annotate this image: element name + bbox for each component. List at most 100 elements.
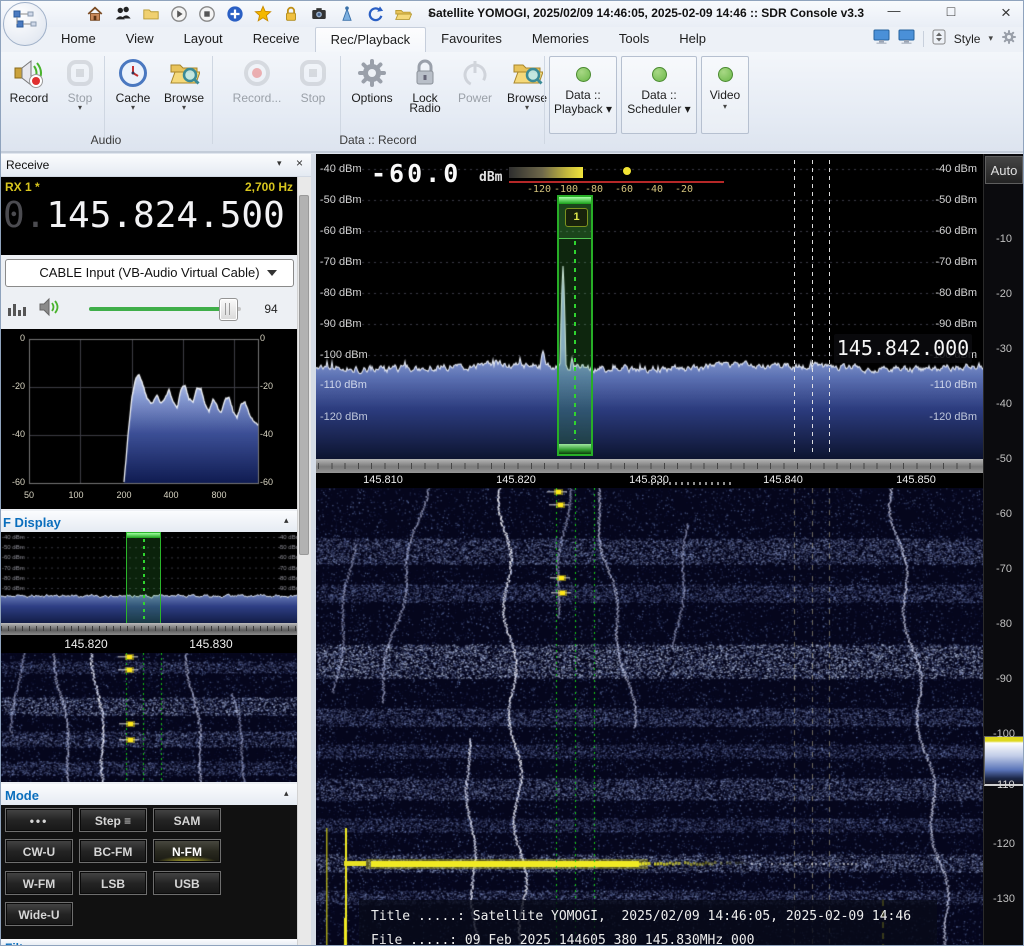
audio-cache-button[interactable]: Cache ▾	[108, 55, 158, 133]
window-title: Satellite YOMOGI, 2025/02/09 14:46:05, 2…	[411, 6, 881, 20]
close-button[interactable]: ×	[991, 3, 1021, 25]
if-waterfall-display[interactable]	[1, 653, 297, 782]
splitter-handle[interactable]	[651, 482, 731, 485]
mode-button[interactable]: LSB	[79, 871, 147, 895]
ribbon: Record Stop ▾ Cache ▾ Browse ▾ Audio	[1, 52, 1024, 153]
spinner-icon[interactable]	[932, 29, 946, 48]
main-waterfall-display[interactable]	[316, 488, 983, 946]
play-icon[interactable]	[169, 5, 188, 24]
users-icon[interactable]	[113, 5, 132, 24]
scale-label: -10	[983, 233, 1024, 245]
axis-label: -60	[260, 477, 273, 487]
mode-button[interactable]: N-FM	[153, 839, 221, 863]
data-record-button[interactable]: Record...	[226, 55, 288, 133]
add-icon[interactable]	[225, 5, 244, 24]
power-button[interactable]: Power	[452, 55, 498, 133]
audio-spectrum-x-axis: 50100200400800	[1, 490, 297, 504]
stop-icon[interactable]	[197, 5, 216, 24]
frequency-scale-bar[interactable]	[316, 459, 983, 473]
mode-button[interactable]: CW-U	[5, 839, 73, 863]
chevron-down-icon[interactable]	[267, 270, 277, 276]
home-icon[interactable]	[85, 5, 104, 24]
filter-section-header: Filter	[1, 939, 297, 946]
style-label[interactable]: Style	[954, 32, 981, 46]
button-label: Radio	[409, 101, 440, 115]
minimize-button[interactable]: —	[879, 3, 909, 25]
ribbon-tab[interactable]: View	[111, 27, 169, 52]
video-button[interactable]: Video ▾	[701, 56, 749, 134]
ribbon-tab[interactable]: Help	[664, 27, 721, 52]
audio-device-select[interactable]: CABLE Input (VB-Audio Virtual Cable)	[5, 259, 294, 287]
channel-badge: 1	[565, 208, 588, 227]
audio-record-button[interactable]: Record	[3, 55, 55, 133]
folder-icon[interactable]	[141, 5, 160, 24]
lock-icon[interactable]	[281, 5, 300, 24]
monitor-icon[interactable]	[898, 29, 915, 48]
ribbon-tab[interactable]: Memories	[517, 27, 604, 52]
scale-label: -100	[983, 728, 1024, 740]
camera-icon[interactable]	[309, 5, 328, 24]
frequency-digits[interactable]: 0.145.824.500	[3, 195, 285, 236]
group-label-audio: Audio	[1, 133, 211, 147]
monitor-icon[interactable]	[873, 29, 890, 48]
recording-file: File .....: 09 Feb 2025 144605 380 145.8…	[371, 933, 755, 946]
favourite-icon[interactable]	[253, 5, 272, 24]
ribbon-tab[interactable]: Rec/Playback	[315, 27, 426, 53]
data-stop-button[interactable]: Stop	[292, 55, 334, 133]
mode-button[interactable]: Wide-U	[5, 902, 73, 926]
ribbon-tab[interactable]: Home	[46, 27, 111, 52]
mode-button[interactable]: SAM	[153, 808, 221, 832]
ribbon-tab[interactable]: Tools	[604, 27, 664, 52]
speaker-icon[interactable]	[37, 295, 61, 324]
if-frequency-scale[interactable]	[1, 623, 297, 635]
undo-icon[interactable]	[365, 5, 384, 24]
axis-label: 200	[116, 490, 131, 500]
waterfall-colorbar[interactable]	[509, 167, 583, 178]
volume-slider-handle[interactable]	[219, 298, 238, 321]
mode-button[interactable]: BC-FM	[79, 839, 147, 863]
close-icon[interactable]: ×	[296, 156, 303, 170]
audio-spectrum-y-axis-left: 0-20-40-60	[1, 329, 27, 509]
frequency-tick-label: 145.830	[189, 637, 232, 651]
open-folder-icon[interactable]	[393, 5, 412, 24]
audio-stop-button[interactable]: Stop ▾	[59, 55, 101, 133]
tick-label: -60	[615, 184, 633, 195]
button-label: Scheduler ▾	[622, 102, 696, 116]
axis-label: -60	[12, 477, 25, 487]
style-dropdown-arrow[interactable]: ▾	[988, 33, 993, 44]
band-top-cap[interactable]	[559, 197, 591, 204]
mode-button[interactable]: W-FM	[5, 871, 73, 895]
tuning-band[interactable]: 1	[557, 195, 593, 456]
tick-label: -20	[675, 184, 693, 195]
panel-scrollbar-thumb[interactable]	[299, 195, 309, 555]
maximize-button[interactable]: □	[936, 3, 966, 25]
ribbon-tab[interactable]: Layout	[169, 27, 238, 52]
if-tuning-band[interactable]	[126, 532, 161, 632]
chevron-down-icon[interactable]: ▾	[277, 158, 282, 169]
lock-radio-button[interactable]: Lock Radio	[402, 55, 448, 133]
mode-button[interactable]: •••	[5, 808, 73, 832]
mode-button[interactable]: USB	[153, 871, 221, 895]
chevron-up-icon[interactable]: ▴	[284, 515, 289, 526]
antenna-icon[interactable]	[337, 5, 356, 24]
receive-panel-header: Receive ▾ ×	[1, 154, 311, 177]
main-spectrum-display[interactable]	[316, 154, 983, 459]
equalizer-icon[interactable]	[7, 298, 27, 323]
record-dot-icon	[226, 57, 288, 91]
data-playback-button[interactable]: Data :: Playback ▾	[549, 56, 617, 134]
gear-icon[interactable]	[1001, 29, 1017, 48]
chevron-up-icon[interactable]: ▴	[284, 788, 289, 799]
band-bottom-handle[interactable]	[559, 444, 591, 454]
data-scheduler-button[interactable]: Data :: Scheduler ▾	[621, 56, 697, 134]
data-options-button[interactable]: Options	[345, 55, 399, 133]
audio-browse-button[interactable]: Browse ▾	[159, 55, 209, 133]
ribbon-tab[interactable]: Receive	[238, 27, 315, 52]
mode-button[interactable]: Step ≡	[79, 808, 147, 832]
button-label: Options	[351, 91, 392, 105]
scale-label: -40	[983, 398, 1024, 410]
button-label: Record...	[233, 91, 282, 105]
signal-level-unit: dBm	[479, 170, 502, 185]
auto-button[interactable]: Auto	[985, 156, 1023, 184]
app-menu-button[interactable]	[3, 2, 47, 46]
ribbon-tab[interactable]: Favourites	[426, 27, 517, 52]
